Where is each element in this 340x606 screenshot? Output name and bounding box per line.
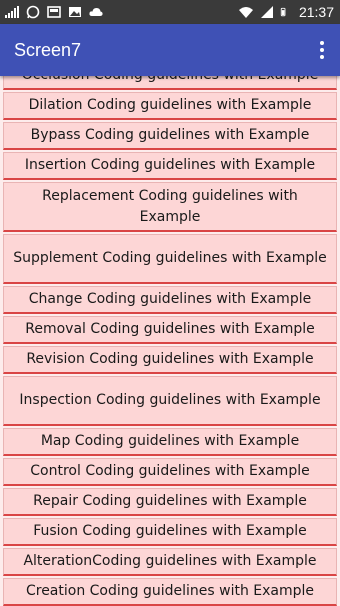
status-bar-left-icons — [4, 5, 104, 19]
sim-signal-icon — [260, 6, 273, 18]
list-item-label: Map Coding guidelines with Example — [40, 433, 300, 449]
whatsapp-icon — [26, 5, 40, 19]
list-item-label: Supplement Coding guidelines with Exampl… — [13, 250, 327, 266]
list-item-label: Creation Coding guidelines with Example — [25, 583, 315, 599]
cloud-icon — [89, 8, 103, 16]
list-item-label: Dilation Coding guidelines with Example — [28, 97, 312, 113]
list-item-label: Removal Coding guidelines with Example — [25, 321, 315, 337]
list-item-partial[interactable]: Occlusion Coding guidelines with Example — [3, 76, 337, 90]
list-item[interactable]: Map Coding guidelines with Example — [3, 428, 337, 456]
gallery-icon — [47, 6, 61, 18]
list-item[interactable]: AlterationCoding guidelines with Example — [3, 548, 337, 576]
signal-bars-icon — [5, 6, 19, 18]
list-item-label: Change Coding guidelines with Example — [28, 291, 312, 307]
status-time: 21:37 — [298, 4, 334, 20]
battery-icon — [280, 7, 286, 17]
list-item-label: Control Coding guidelines with Example — [30, 463, 310, 479]
overflow-menu-icon[interactable] — [314, 38, 330, 62]
list-item[interactable]: Repair Coding guidelines with Example — [3, 488, 337, 516]
list-item-label: Occlusion Coding guidelines with Example — [22, 76, 319, 86]
list-item-label: AlterationCoding guidelines with Example — [23, 553, 317, 569]
list-item[interactable]: Creation Coding guidelines with Example — [3, 578, 337, 606]
list-item-label: Bypass Coding guidelines with Example — [30, 127, 310, 143]
list-item-label: Insertion Coding guidelines with Example — [24, 157, 316, 173]
app-title: Screen7 — [14, 39, 82, 60]
list-item-label: Inspection Coding guidelines with Exampl… — [19, 392, 321, 408]
list-item[interactable]: Dilation Coding guidelines with Example — [3, 92, 337, 120]
list-item[interactable]: Control Coding guidelines with Example — [3, 458, 337, 486]
list-item[interactable]: Bypass Coding guidelines with Example — [3, 122, 337, 150]
list-item[interactable]: Inspection Coding guidelines with Exampl… — [3, 376, 337, 426]
list-item[interactable]: Removal Coding guidelines with Example — [3, 316, 337, 344]
image-icon — [69, 7, 81, 17]
list-item[interactable]: Replacement Coding guidelines with Examp… — [3, 182, 337, 232]
status-bar: 21:37 — [0, 0, 340, 24]
list-item[interactable]: Change Coding guidelines with Example — [3, 286, 337, 314]
list-item-label: Replacement Coding guidelines with Examp… — [42, 187, 298, 225]
list-item[interactable]: Insertion Coding guidelines with Example — [3, 152, 337, 180]
guidelines-list[interactable]: Occlusion Coding guidelines with Example… — [0, 76, 340, 606]
app-bar: Screen7 — [0, 24, 340, 76]
list-item[interactable]: Revision Coding guidelines with Example — [3, 346, 337, 374]
list-item-label: Fusion Coding guidelines with Example — [33, 523, 307, 539]
list-item-label: Repair Coding guidelines with Example — [33, 493, 307, 509]
list-item-label: Revision Coding guidelines with Example — [26, 351, 314, 367]
list-item[interactable]: Supplement Coding guidelines with Exampl… — [3, 234, 337, 284]
wifi-icon — [238, 7, 253, 18]
list-item[interactable]: Fusion Coding guidelines with Example — [3, 518, 337, 546]
status-bar-right-icons: 21:37 — [238, 4, 334, 20]
